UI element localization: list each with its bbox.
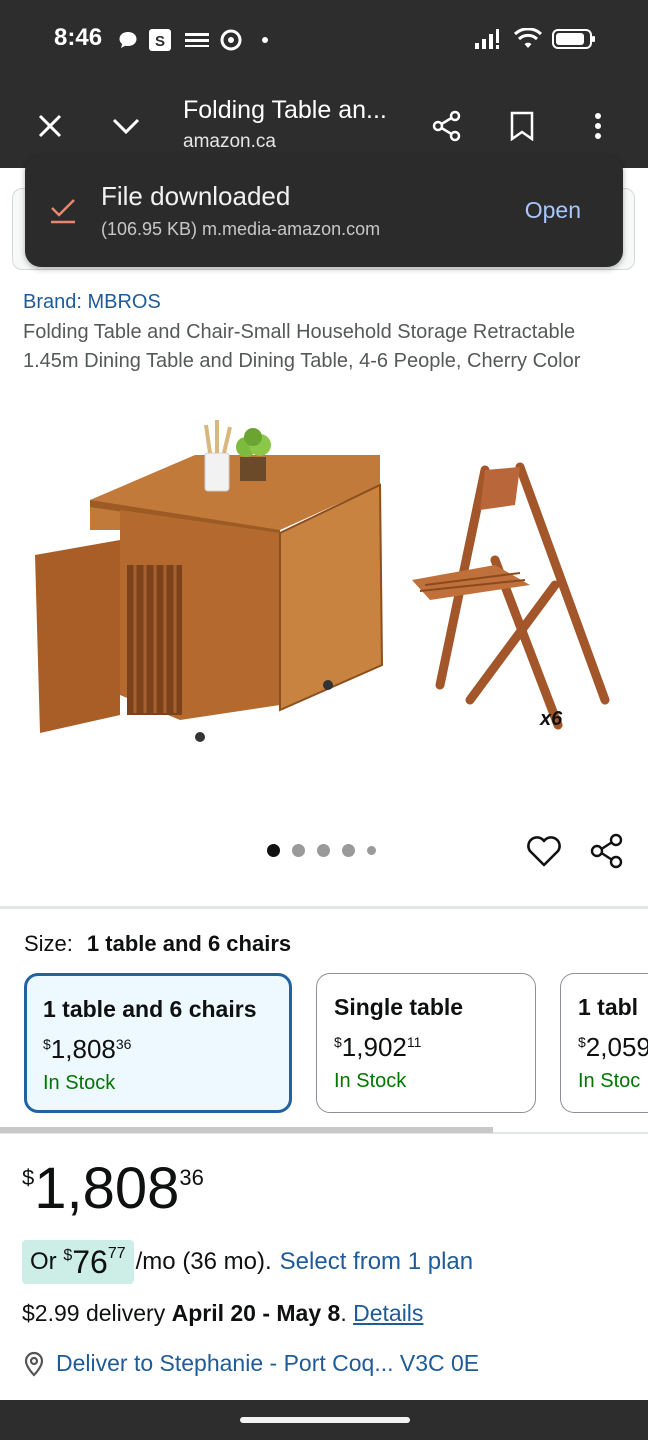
bookmark-button[interactable] xyxy=(498,102,546,150)
heart-icon xyxy=(527,836,561,867)
close-icon xyxy=(38,114,62,138)
option-name: Single table xyxy=(334,994,464,1020)
size-option-single-table[interactable]: Single table $1,90211 In Stock xyxy=(316,973,536,1113)
option-price: $1,80836 xyxy=(43,1034,132,1064)
option-stock: In Stock xyxy=(334,1070,407,1092)
carousel-dot[interactable] xyxy=(367,846,376,855)
temu-icon xyxy=(182,28,212,52)
deliver-to-link[interactable]: Deliver to Stephanie - Port Coq... V3C 0… xyxy=(22,1350,479,1377)
quantity-badge: x6 xyxy=(539,708,563,730)
share-icon xyxy=(432,110,461,142)
monthly-price-badge: Or $76 77 xyxy=(22,1240,134,1284)
option-name: 1 tabl xyxy=(578,994,639,1020)
horizontal-scrollbar[interactable] xyxy=(0,1127,493,1133)
section-divider xyxy=(0,906,648,909)
size-option-third[interactable]: 1 tabl $2,059 In Stoc xyxy=(560,973,648,1113)
option-price: $1,90211 xyxy=(334,1032,422,1062)
app-s-icon: S xyxy=(148,28,172,52)
minimize-button[interactable] xyxy=(102,102,150,150)
bookmark-icon xyxy=(510,111,534,141)
wishlist-button[interactable] xyxy=(525,832,563,870)
snackbar-title: File downloaded xyxy=(101,181,291,211)
page-url: amazon.ca xyxy=(183,131,276,152)
page-title: Folding Table an... xyxy=(183,96,387,124)
status-right xyxy=(474,27,596,55)
product-title: Folding Table and Chair-Small Household … xyxy=(23,321,581,372)
option-price: $2,059 xyxy=(578,1032,648,1062)
notification-dot-icon xyxy=(258,28,272,52)
share-icon xyxy=(590,833,623,869)
payment-plan-row: Or $76 77 /mo (36 mo). Select from 1 plan xyxy=(22,1240,473,1284)
carousel-dot[interactable] xyxy=(292,844,305,857)
delivery-dates: April 20 - May 8 xyxy=(171,1300,341,1326)
chat-bubble-icon xyxy=(116,28,140,52)
status-time: 8:46 xyxy=(54,24,103,51)
select-plan-link[interactable]: Select from 1 plan xyxy=(280,1248,473,1276)
chevron-down-icon xyxy=(112,118,140,135)
size-selector-label: Size: 1 table and 6 chairs xyxy=(24,931,291,957)
delivery-info: $2.99 delivery April 20 - May 8. Details xyxy=(22,1300,424,1326)
download-complete-icon xyxy=(51,199,75,224)
product-share-button[interactable] xyxy=(588,832,626,870)
delivery-details-link[interactable]: Details xyxy=(353,1300,423,1326)
status-bar: 8:46 S xyxy=(0,0,648,84)
size-label: Size: xyxy=(24,931,73,956)
location-pin-icon xyxy=(24,1351,44,1377)
carousel-dots xyxy=(267,844,376,857)
more-vertical-icon xyxy=(595,113,601,139)
deliver-to-text: Deliver to Stephanie - Port Coq... V3C 0… xyxy=(56,1350,480,1376)
option-name: 1 table and 6 chairs xyxy=(43,996,257,1022)
plan-terms: /mo (36 mo). xyxy=(135,1248,272,1275)
product-price: $1,80836 xyxy=(22,1156,204,1221)
open-download-button[interactable]: Open xyxy=(525,197,581,224)
snackbar-subtitle: (106.95 KB) m.media-amazon.com xyxy=(101,219,381,239)
more-menu-button[interactable] xyxy=(574,102,622,150)
gear-app-icon xyxy=(218,28,244,52)
carousel-dot[interactable] xyxy=(267,844,280,857)
home-gesture-handle[interactable] xyxy=(240,1417,410,1423)
wifi-icon xyxy=(513,27,543,55)
svg-text:S: S xyxy=(155,33,165,50)
size-selected-value: 1 table and 6 chairs xyxy=(86,931,292,956)
product-image[interactable]: x6 xyxy=(20,415,628,760)
carousel-dot[interactable] xyxy=(317,844,330,857)
size-option-1-table-6-chairs[interactable]: 1 table and 6 chairs $1,80836 In Stock xyxy=(24,973,292,1113)
carousel-dot[interactable] xyxy=(342,844,355,857)
option-stock: In Stoc xyxy=(578,1070,641,1092)
option-stock: In Stock xyxy=(43,1072,116,1094)
share-button[interactable] xyxy=(423,102,471,150)
brand-link[interactable]: Brand: MBROS xyxy=(23,291,161,314)
close-tab-button[interactable] xyxy=(26,102,74,150)
battery-icon xyxy=(552,28,596,55)
signal-icon xyxy=(474,28,504,55)
download-snackbar: File downloaded (106.95 KB) m.media-amaz… xyxy=(25,155,623,267)
